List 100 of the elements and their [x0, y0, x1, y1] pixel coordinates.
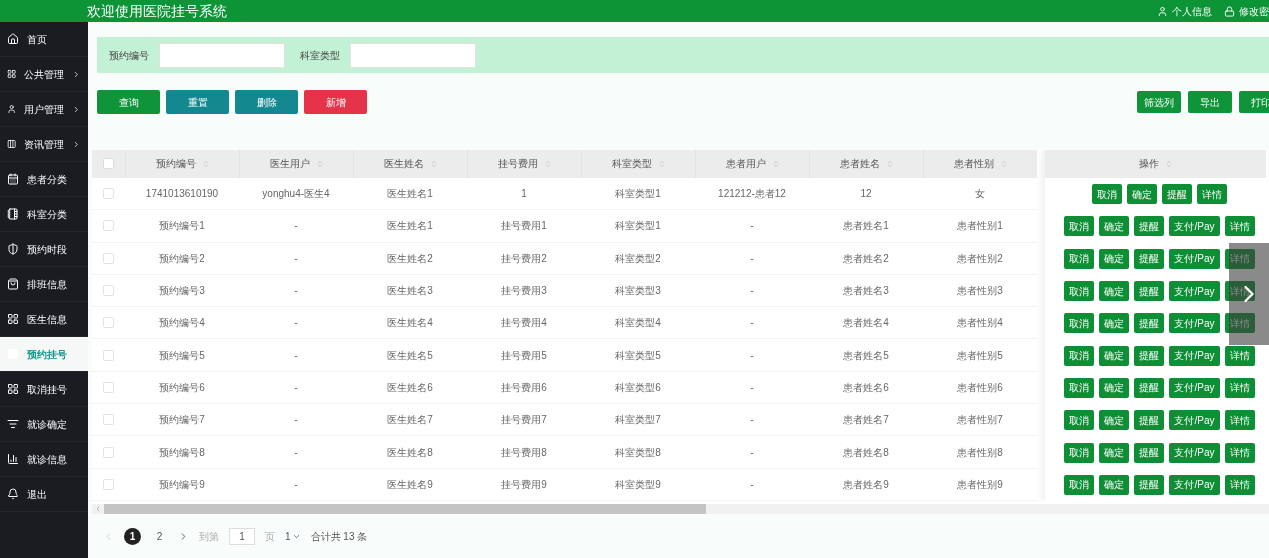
sidebar-item[interactable]: 资讯管理 — [0, 127, 88, 162]
table-cell-text: 1 — [521, 187, 527, 202]
action-button[interactable]: 取消 — [1064, 216, 1095, 237]
action-button[interactable]: 详情 — [1224, 313, 1255, 334]
action-button[interactable]: 支付/Pay — [1169, 442, 1220, 463]
action-button[interactable]: 确定 — [1099, 313, 1130, 334]
table-cell-text: 科室类型1 — [615, 187, 661, 202]
table-cell-text: 患者姓名4 — [843, 316, 889, 331]
action-button[interactable]: 详情 — [1224, 377, 1255, 398]
toolbar-button[interactable]: 查询 — [97, 90, 160, 114]
toolbar-button[interactable]: 新增 — [304, 90, 367, 114]
toolbar-button[interactable]: 导出 — [1188, 91, 1232, 113]
action-button[interactable]: 取消 — [1064, 248, 1095, 269]
action-button[interactable]: 提醒 — [1134, 410, 1165, 431]
sidebar-item[interactable]: 用户管理 — [0, 92, 88, 127]
table-cell-text: 预约编号8 — [159, 445, 205, 460]
table-cell-text: 女 — [975, 187, 985, 202]
action-button[interactable]: 提醒 — [1134, 442, 1165, 463]
sidebar-item[interactable]: 排班信息 — [0, 267, 88, 302]
action-button[interactable]: 确定 — [1099, 248, 1130, 269]
action-button[interactable]: 确定 — [1099, 410, 1130, 431]
column-header[interactable]: 患者用户 — [695, 150, 809, 178]
page-button[interactable]: 2 — [151, 527, 168, 545]
password-link[interactable]: 修改密 — [1224, 3, 1269, 19]
action-button[interactable]: 详情 — [1224, 442, 1255, 463]
action-button[interactable]: 确定 — [1099, 281, 1130, 301]
field-label: 预约编号 — [109, 48, 149, 63]
action-button[interactable]: 取消 — [1064, 442, 1095, 463]
app-title: 欢迎使用医院挂号系统 — [87, 4, 227, 18]
action-button[interactable]: 确定 — [1099, 474, 1130, 495]
sidebar-item[interactable]: 取消挂号 — [0, 372, 88, 407]
sidebar-item[interactable]: 就诊确定 — [0, 407, 88, 442]
action-button[interactable]: 取消 — [1064, 474, 1095, 495]
action-button[interactable]: 确定 — [1099, 216, 1130, 237]
sidebar-item[interactable]: 退出 — [0, 477, 88, 512]
sidebar-item[interactable]: 公共管理 — [0, 57, 88, 92]
action-button[interactable]: 详情 — [1224, 410, 1255, 431]
action-button[interactable]: 确定 — [1099, 377, 1130, 398]
column-header[interactable]: 挂号费用 — [467, 150, 581, 178]
action-button[interactable]: 支付/Pay — [1169, 345, 1220, 366]
table-cell-text: 挂号费用1 — [501, 219, 547, 234]
table-cell-text: - — [294, 477, 298, 492]
action-button[interactable]: 支付/Pay — [1169, 474, 1220, 495]
profile-link[interactable]: 个人信息 — [1157, 3, 1212, 19]
action-button[interactable]: 取消 — [1064, 377, 1095, 398]
sidebar-item[interactable]: 科室分类 — [0, 197, 88, 232]
table-cell-text: - — [294, 445, 298, 460]
action-button[interactable]: 支付/Pay — [1169, 377, 1220, 398]
table-cell-text: - — [294, 251, 298, 266]
action-button[interactable]: 提醒 — [1134, 313, 1165, 334]
sidebar-item[interactable]: 预约时段 — [0, 232, 88, 267]
column-header[interactable]: 医生用户 — [239, 150, 353, 178]
action-button[interactable]: 提醒 — [1134, 377, 1165, 398]
action-button[interactable]: 提醒 — [1134, 474, 1165, 495]
action-button[interactable]: 支付/Pay — [1169, 313, 1220, 334]
column-header[interactable]: 患者姓名 — [809, 150, 923, 178]
action-button[interactable]: 取消 — [1064, 345, 1095, 366]
table-cell-text: - — [294, 380, 298, 395]
action-button[interactable]: 确定 — [1099, 345, 1130, 366]
action-button[interactable]: 提醒 — [1134, 281, 1165, 301]
action-button[interactable]: 详情 — [1224, 216, 1255, 237]
table-cell-text: 患者性别3 — [957, 284, 1003, 298]
action-button[interactable]: 取消 — [1092, 184, 1122, 205]
page-button[interactable]: 1 — [124, 527, 141, 545]
action-button[interactable]: 详情 — [1224, 474, 1255, 495]
action-button[interactable]: 提醒 — [1134, 345, 1165, 366]
action-button[interactable]: 详情 — [1224, 248, 1255, 269]
table-cell-text: 患者姓名9 — [843, 477, 889, 492]
action-button[interactable]: 取消 — [1064, 410, 1095, 431]
table-cell-text: 科室类型2 — [615, 251, 661, 266]
action-button[interactable]: 取消 — [1064, 313, 1095, 334]
action-button[interactable]: 详情 — [1197, 184, 1227, 205]
sidebar-item[interactable]: 就诊信息 — [0, 442, 88, 477]
column-header[interactable]: 科室类型 — [581, 150, 695, 178]
table-cell-text: 患者性别1 — [957, 219, 1003, 234]
toolbar-button[interactable]: 删除 — [235, 90, 298, 114]
action-button[interactable]: 支付/Pay — [1169, 281, 1220, 301]
action-button[interactable]: 提醒 — [1162, 184, 1192, 205]
action-button[interactable]: 取消 — [1064, 281, 1095, 301]
action-button[interactable]: 支付/Pay — [1169, 216, 1220, 237]
action-button[interactable]: 提醒 — [1134, 248, 1165, 269]
action-button[interactable]: 确定 — [1127, 184, 1157, 205]
column-header[interactable]: 医生姓名 — [353, 150, 467, 178]
action-button[interactable]: 支付/Pay — [1169, 248, 1220, 269]
column-header[interactable]: 预约编号 — [125, 150, 239, 178]
sidebar-item[interactable]: 患者分类 — [0, 162, 88, 197]
action-button[interactable]: 提醒 — [1134, 216, 1165, 237]
action-button[interactable]: 详情 — [1224, 345, 1255, 366]
sidebar-item[interactable]: 预约挂号 — [0, 337, 88, 372]
table-cell-text: - — [750, 251, 754, 266]
table-cell-text: 医生姓名9 — [387, 477, 433, 492]
page-field[interactable]: 1 — [229, 527, 255, 545]
table-cell-text: 预约编号1 — [159, 219, 205, 234]
action-button[interactable]: 支付/Pay — [1169, 410, 1220, 431]
action-button[interactable]: 确定 — [1099, 442, 1130, 463]
toolbar-button[interactable]: 筛选列 — [1137, 91, 1181, 113]
column-header[interactable]: 患者性别 — [923, 150, 1037, 178]
toolbar-button[interactable]: 重置 — [166, 90, 229, 114]
sidebar-item[interactable]: 首页 — [0, 22, 88, 57]
page-size-select[interactable]: 1 — [285, 528, 301, 544]
